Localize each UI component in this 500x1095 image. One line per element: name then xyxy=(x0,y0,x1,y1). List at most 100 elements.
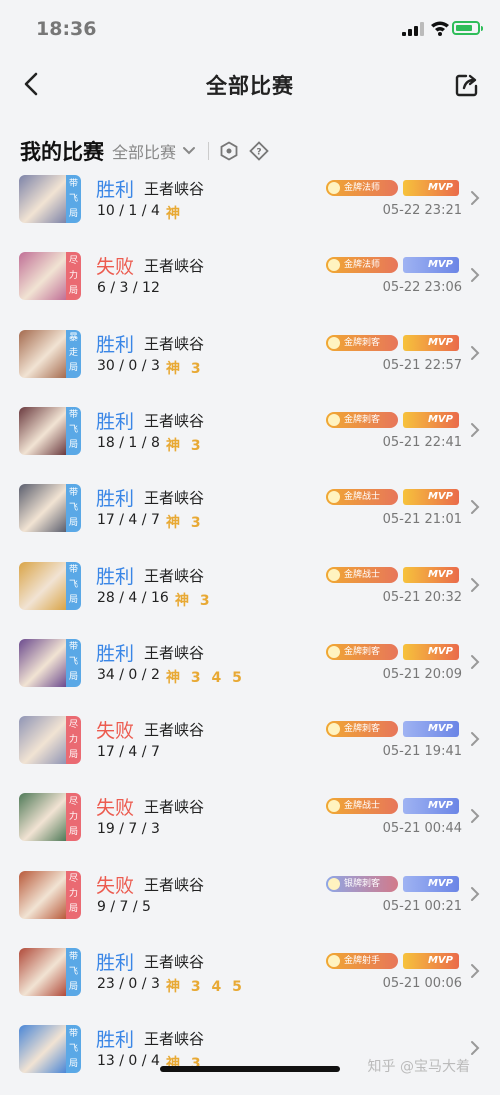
match-row[interactable]: 尽力局失败 王者峡谷 9 / 7 / 5 银牌刺客 MVP 05-21 00:21 xyxy=(0,864,500,941)
match-row[interactable]: 带飞局胜利 王者峡谷 23 / 0 / 3神 3 4 5 金牌射手 MVP 05-21 0… xyxy=(0,941,500,1018)
match-time: 05-22 23:06 xyxy=(382,280,462,296)
chevron-right-icon[interactable] xyxy=(470,190,480,206)
game-mode: 王者峡谷 xyxy=(144,180,205,198)
tag-char: 尽 xyxy=(68,874,78,885)
match-type-tag: 尽力局 xyxy=(66,252,81,301)
hero-avatar: 尽力局 xyxy=(19,870,81,919)
hero-portrait xyxy=(19,561,66,610)
rank-badge-label: 金牌战士 xyxy=(344,492,381,503)
tag-char: 局 xyxy=(68,517,78,528)
chevron-right-icon[interactable] xyxy=(470,422,480,438)
rank-badge-label: 银牌刺客 xyxy=(344,878,381,889)
rank-badge: 金牌刺客 xyxy=(326,643,398,660)
svg-text:?: ? xyxy=(256,148,261,158)
tag-char: 力 xyxy=(68,811,78,822)
hero-portrait xyxy=(19,484,66,533)
hero-portrait xyxy=(19,406,66,455)
match-result: 失败 xyxy=(96,874,135,897)
hero-portrait xyxy=(19,948,66,996)
tag-char: 局 xyxy=(68,1058,78,1069)
match-row[interactable]: 带飞局胜利 王者峡谷 28 / 4 / 16 神 3 金牌战士 MVP 05-21 20:3… xyxy=(0,555,500,632)
game-mode: 王者峡谷 xyxy=(144,257,205,276)
match-time: 05-22 23:21 xyxy=(382,203,462,218)
match-type-tag: 带飞局 xyxy=(66,1025,81,1074)
hero-avatar: 暴走局 xyxy=(19,329,81,378)
mvp-badge: MVP xyxy=(403,953,459,969)
match-filter-dropdown[interactable]: 全部比赛 xyxy=(112,139,176,163)
match-row[interactable]: 带飞局胜利 王者峡谷 10 / 1 / 4 神金牌法师 MVP 05-22 23:21 xyxy=(0,168,500,245)
mvp-badge: MVP xyxy=(403,334,459,351)
match-result: 胜利 xyxy=(96,642,135,665)
streak-indicator: 神 3 xyxy=(166,515,204,532)
page-title: 全部比赛 xyxy=(206,74,294,98)
match-row[interactable]: 尽力局失败 王者峡谷 19 / 7 / 3 金牌战士 MVP 05-21 00:44 xyxy=(0,786,500,863)
match-result: 失败 xyxy=(96,720,135,743)
chevron-right-icon[interactable] xyxy=(470,963,480,979)
hero-avatar: 尽力局 xyxy=(19,793,81,842)
mvp-badge: MVP xyxy=(403,721,459,738)
match-row[interactable]: 带飞局胜利 王者峡谷 18 / 1 / 8神 3 金牌刺客 MVP 05-21 22:41 xyxy=(0,400,500,477)
match-time: 05-21 21:01 xyxy=(382,512,462,528)
chevron-right-icon[interactable] xyxy=(470,345,480,361)
match-row[interactable]: 带飞局胜利 王者峡谷 17 / 4 / 7神 3 金牌战士 MVP 05-21 21:01 xyxy=(0,477,500,554)
hero-avatar: 带飞局 xyxy=(19,1025,81,1074)
streak-indicator: 神 3 xyxy=(166,360,204,377)
match-time: 05-21 19:41 xyxy=(382,744,462,760)
match-row[interactable]: 带飞局胜利 王者峡谷 34 / 0 / 2神 3 4 5 金牌刺客 MVP 05-21 2… xyxy=(0,632,500,709)
game-mode: 王者峡谷 xyxy=(144,334,205,353)
help-diamond-icon[interactable]: ? xyxy=(249,141,269,161)
share-icon[interactable] xyxy=(454,72,480,98)
tag-char: 局 xyxy=(68,363,78,374)
rank-badge-label: 金牌法师 xyxy=(344,183,381,193)
chevron-right-icon[interactable] xyxy=(470,267,480,283)
kda-score: 23 / 0 / 3 xyxy=(97,976,160,992)
chevron-right-icon[interactable] xyxy=(470,886,480,902)
tag-char: 带 xyxy=(68,410,78,421)
match-result: 失败 xyxy=(96,797,135,820)
rank-badge-label: 金牌战士 xyxy=(344,801,381,812)
match-type-tag: 尽力局 xyxy=(66,793,81,842)
mvp-badge: MVP xyxy=(403,875,459,892)
battery-icon xyxy=(452,21,483,35)
chevron-right-icon[interactable] xyxy=(470,654,480,670)
match-type-tag: 带飞局 xyxy=(66,484,81,533)
tag-char: 飞 xyxy=(68,580,78,590)
match-row[interactable]: 尽力局失败 王者峡谷 17 / 4 / 7 金牌刺客 MVP 05-21 19:41 xyxy=(0,709,500,786)
mvp-badge: MVP xyxy=(403,180,459,196)
match-row[interactable]: 尽力局失败 王者峡谷 6 / 3 / 12 金牌法师 MVP 05-22 23:06 xyxy=(0,245,500,322)
tag-char: 局 xyxy=(68,285,78,296)
tag-char: 带 xyxy=(68,178,78,189)
medal-icon xyxy=(328,259,340,272)
medal-icon xyxy=(328,723,340,736)
hero-portrait xyxy=(19,1025,66,1074)
status-time: 18:36 xyxy=(36,18,97,40)
hero-portrait xyxy=(19,252,66,301)
hero-avatar: 带飞局 xyxy=(19,175,81,223)
hero-portrait xyxy=(19,175,66,223)
match-result: 胜利 xyxy=(96,179,135,201)
hexagon-filter-icon[interactable] xyxy=(219,141,239,161)
chevron-right-icon[interactable] xyxy=(470,1040,480,1056)
kda-score: 34 / 0 / 2 xyxy=(97,666,160,683)
tag-char: 走 xyxy=(68,348,78,359)
kda-score: 10 / 1 / 4 xyxy=(97,203,160,219)
chevron-right-icon[interactable] xyxy=(470,577,480,593)
game-mode: 王者峡谷 xyxy=(144,721,205,740)
rank-badge: 银牌刺客 xyxy=(326,875,398,892)
match-result: 胜利 xyxy=(96,488,135,511)
rank-badge: 金牌刺客 xyxy=(326,411,398,428)
chevron-right-icon[interactable] xyxy=(470,731,480,747)
rank-badge-label: 金牌刺客 xyxy=(344,414,381,425)
my-matches-label: 我的比赛 xyxy=(20,140,104,164)
medal-icon xyxy=(328,877,340,890)
tag-char: 力 xyxy=(68,270,78,281)
chevron-right-icon[interactable] xyxy=(470,499,480,515)
tag-char: 飞 xyxy=(68,657,78,668)
tag-char: 力 xyxy=(68,734,78,745)
hero-avatar: 带飞局 xyxy=(19,561,81,610)
chevron-right-icon[interactable] xyxy=(470,808,480,824)
chevron-down-icon[interactable] xyxy=(182,146,196,156)
match-row[interactable]: 暴走局胜利 王者峡谷 30 / 0 / 3神 3 金牌刺客 MVP 05-21 22:57 xyxy=(0,323,500,400)
game-mode: 王者峡谷 xyxy=(144,1030,205,1049)
rank-badge: 金牌刺客 xyxy=(326,721,398,738)
